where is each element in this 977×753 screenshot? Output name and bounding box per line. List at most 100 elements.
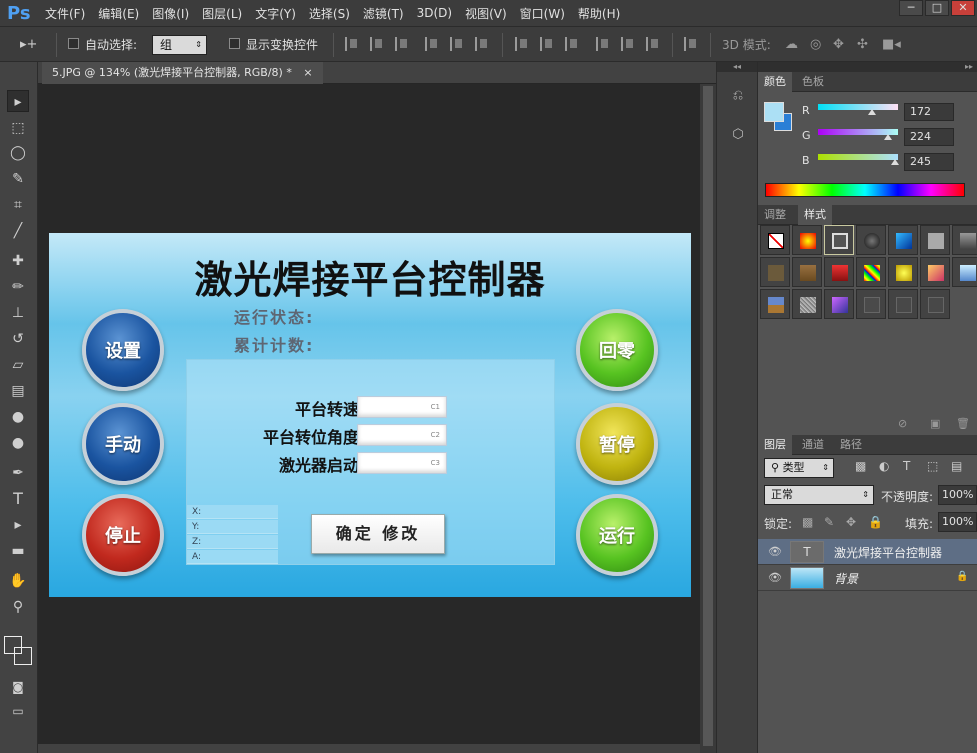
speed-input[interactable]: C1	[357, 396, 447, 418]
align-right-icon[interactable]	[475, 37, 489, 51]
history-brush-tool-icon[interactable]: ↺	[7, 328, 29, 350]
crop-tool-icon[interactable]: ⌗	[7, 194, 29, 216]
clear-style-icon[interactable]: ⊘	[898, 417, 907, 430]
3d-slide-icon[interactable]: ✣	[857, 37, 868, 52]
align-left-icon[interactable]	[425, 37, 439, 51]
screen-mode-icon[interactable]: ▭	[7, 700, 29, 722]
lock-position-icon[interactable]: ✥	[846, 515, 856, 529]
opacity-value[interactable]: 100%	[938, 485, 977, 505]
lock-all-icon[interactable]: 🔒	[868, 515, 883, 529]
layer-row-text[interactable]: 👁 T 激光焊接平台控制器	[758, 539, 977, 565]
home-button[interactable]: 回零	[576, 309, 658, 391]
collapse-arrows-icon[interactable]: ◂◂	[717, 62, 757, 72]
style-swatch[interactable]	[760, 257, 790, 287]
align-bottom-icon[interactable]	[395, 37, 409, 51]
filter-smart-object-icon[interactable]: ▤	[951, 459, 962, 473]
marquee-tool-icon[interactable]: ⬚	[7, 117, 29, 139]
lasso-tool-icon[interactable]: ◯	[7, 142, 29, 164]
style-swatch[interactable]	[760, 289, 790, 319]
style-swatch[interactable]	[888, 289, 918, 319]
blend-mode-dropdown[interactable]: 正常 ⇕	[764, 485, 874, 505]
lock-pixels-icon[interactable]: ✎	[824, 515, 834, 529]
style-swatch[interactable]	[920, 257, 950, 287]
style-swatch[interactable]	[856, 225, 886, 255]
manual-button[interactable]: 手动	[82, 403, 164, 485]
distribute-right-icon[interactable]	[646, 37, 660, 51]
style-swatch[interactable]	[760, 225, 790, 255]
eyedropper-tool-icon[interactable]: ╱	[7, 220, 29, 242]
tab-styles[interactable]: 样式	[798, 205, 832, 225]
delete-style-icon[interactable]: 🗑	[956, 417, 970, 430]
style-swatch[interactable]	[856, 257, 886, 287]
distribute-top-icon[interactable]	[515, 37, 529, 51]
maximize-button[interactable]: □	[925, 0, 949, 16]
menu-help[interactable]: 帮助(H)	[578, 5, 620, 22]
style-swatch[interactable]	[824, 257, 854, 287]
pen-tool-icon[interactable]: ✒	[7, 462, 29, 484]
layer-row-background[interactable]: 👁 背景 🔒	[758, 565, 977, 591]
3d-scale-icon[interactable]: ■◂	[882, 37, 901, 52]
style-swatch[interactable]	[824, 225, 854, 255]
move-tool-icon[interactable]: ▸	[7, 90, 29, 112]
style-swatch[interactable]	[888, 225, 918, 255]
path-selection-tool-icon[interactable]: ▸	[7, 514, 29, 536]
r-slider[interactable]	[818, 104, 898, 115]
fill-value[interactable]: 100%	[938, 512, 977, 532]
filter-pixel-icon[interactable]: ▩	[855, 459, 866, 473]
zoom-tool-icon[interactable]: ⚲	[7, 596, 29, 618]
style-swatch[interactable]	[856, 289, 886, 319]
blur-tool-icon[interactable]: ●	[7, 406, 29, 428]
stop-button[interactable]: 停止	[82, 494, 164, 576]
show-transform-checkbox[interactable]	[229, 38, 240, 49]
quick-selection-tool-icon[interactable]: ✎	[7, 168, 29, 190]
menu-edit[interactable]: 编辑(E)	[98, 5, 139, 22]
hand-tool-icon[interactable]: ✋	[7, 570, 29, 592]
filter-type-icon[interactable]: T	[903, 459, 910, 473]
tab-channels[interactable]: 通道	[796, 435, 830, 455]
style-swatch[interactable]	[824, 289, 854, 319]
3d-rotate-icon[interactable]: ☁	[785, 37, 798, 52]
document-tab[interactable]: 5.JPG @ 134% (激光焊接平台控制器, RGB/8) * ×	[42, 62, 323, 84]
tab-color[interactable]: 颜色	[758, 72, 792, 92]
style-swatch[interactable]	[792, 225, 822, 255]
settings-button[interactable]: 设置	[82, 309, 164, 391]
tab-layers[interactable]: 图层	[758, 435, 792, 455]
menu-image[interactable]: 图像(I)	[152, 5, 189, 22]
menu-filter[interactable]: 滤镜(T)	[363, 5, 404, 22]
auto-select-dropdown[interactable]: 组 ⇕	[152, 35, 207, 55]
style-swatch[interactable]	[888, 257, 918, 287]
color-spectrum-bar[interactable]	[765, 183, 965, 197]
b-slider[interactable]	[818, 154, 899, 165]
quick-mask-icon[interactable]: ◙	[7, 676, 29, 698]
distribute-left-icon[interactable]	[596, 37, 610, 51]
visibility-eye-icon[interactable]: 👁	[768, 545, 782, 558]
3d-drag-icon[interactable]: ✥	[833, 37, 844, 52]
slider-thumb[interactable]	[867, 109, 876, 115]
menu-view[interactable]: 视图(V)	[465, 5, 507, 22]
layer-filter-dropdown[interactable]: ⚲ 类型 ⇕	[764, 458, 834, 478]
g-slider[interactable]	[818, 129, 898, 140]
slider-thumb[interactable]	[884, 134, 893, 140]
close-window-button[interactable]: ✕	[951, 0, 975, 16]
tab-paths[interactable]: 路径	[834, 435, 868, 455]
align-top-icon[interactable]	[345, 37, 359, 51]
r-value[interactable]: 172	[904, 103, 954, 121]
dodge-tool-icon[interactable]: ●	[7, 432, 29, 454]
style-swatch[interactable]	[792, 289, 822, 319]
style-swatch[interactable]	[952, 257, 977, 287]
angle-input[interactable]: C2	[357, 424, 447, 446]
run-button[interactable]: 运行	[576, 494, 658, 576]
distribute-bottom-icon[interactable]	[565, 37, 579, 51]
tab-adjustments[interactable]: 调整	[758, 205, 792, 225]
auto-select-checkbox[interactable]	[68, 38, 79, 49]
menu-file[interactable]: 文件(F)	[45, 5, 85, 22]
scrollbar-thumb[interactable]	[703, 86, 713, 746]
stamp-tool-icon[interactable]: ⊥	[7, 302, 29, 324]
move-tool-preset-icon[interactable]: ▸+	[20, 37, 37, 52]
pause-button[interactable]: 暂停	[576, 403, 658, 485]
gradient-tool-icon[interactable]: ▤	[7, 380, 29, 402]
menu-layer[interactable]: 图层(L)	[202, 5, 242, 22]
distribute-hcenter-icon[interactable]	[621, 37, 635, 51]
filter-adjustment-icon[interactable]: ◐	[879, 459, 889, 473]
new-style-icon[interactable]: ▣	[930, 417, 940, 430]
